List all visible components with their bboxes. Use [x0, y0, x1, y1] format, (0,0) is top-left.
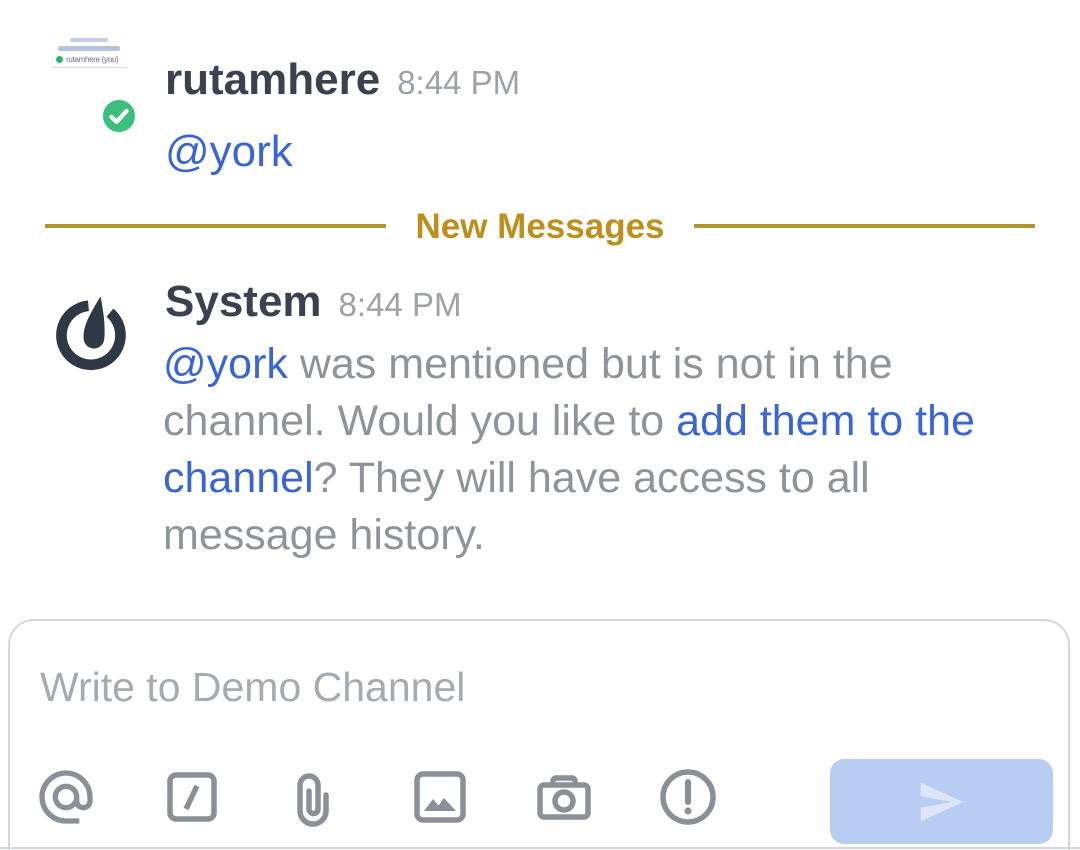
timestamp: 8:44 PM	[397, 64, 520, 102]
at-mention-icon[interactable]	[34, 765, 98, 829]
new-messages-divider: New Messages	[0, 205, 1080, 247]
system-avatar	[50, 291, 132, 373]
attach-file-icon[interactable]	[284, 765, 348, 829]
timestamp: 8:44 PM	[339, 286, 462, 324]
image-library-icon[interactable]	[408, 765, 472, 829]
username[interactable]: System	[165, 278, 322, 326]
mattermost-logo-icon	[50, 291, 132, 373]
username[interactable]: rutamhere	[165, 56, 380, 104]
avatar-thumb-divider	[51, 67, 127, 68]
avatar[interactable]: rutamhere (you)	[48, 36, 130, 70]
online-dot-icon	[56, 56, 63, 63]
avatar-caption: rutamhere (you)	[66, 55, 118, 64]
send-icon	[911, 771, 973, 833]
message-header: System 8:44 PM	[165, 278, 461, 326]
mention-link[interactable]: @york	[165, 127, 293, 176]
composer-toolbar	[10, 755, 1068, 840]
avatar-thumb-line	[58, 46, 120, 51]
message-input[interactable]: Write to Demo Channel	[40, 659, 1038, 715]
check-icon	[103, 100, 135, 132]
online-status-badge	[100, 97, 138, 135]
message-body: @york	[165, 126, 293, 179]
avatar-thumb-line	[70, 38, 108, 42]
composer: Write to Demo Channel	[8, 619, 1070, 850]
divider-line	[45, 224, 386, 228]
divider-line	[694, 224, 1035, 228]
slash-command-icon[interactable]	[160, 765, 224, 829]
exclamation-icon[interactable]	[656, 765, 720, 829]
send-button[interactable]	[830, 759, 1053, 844]
message-header: rutamhere 8:44 PM	[165, 56, 520, 104]
camera-icon[interactable]	[532, 765, 596, 829]
mention-link[interactable]: @york	[163, 340, 288, 388]
bottom-divider	[0, 847, 1080, 849]
new-messages-label: New Messages	[415, 209, 664, 244]
avatar-thumb-row: rutamhere (you)	[56, 55, 130, 64]
system-message-body: @york was mentioned but is not in the ch…	[163, 336, 998, 564]
